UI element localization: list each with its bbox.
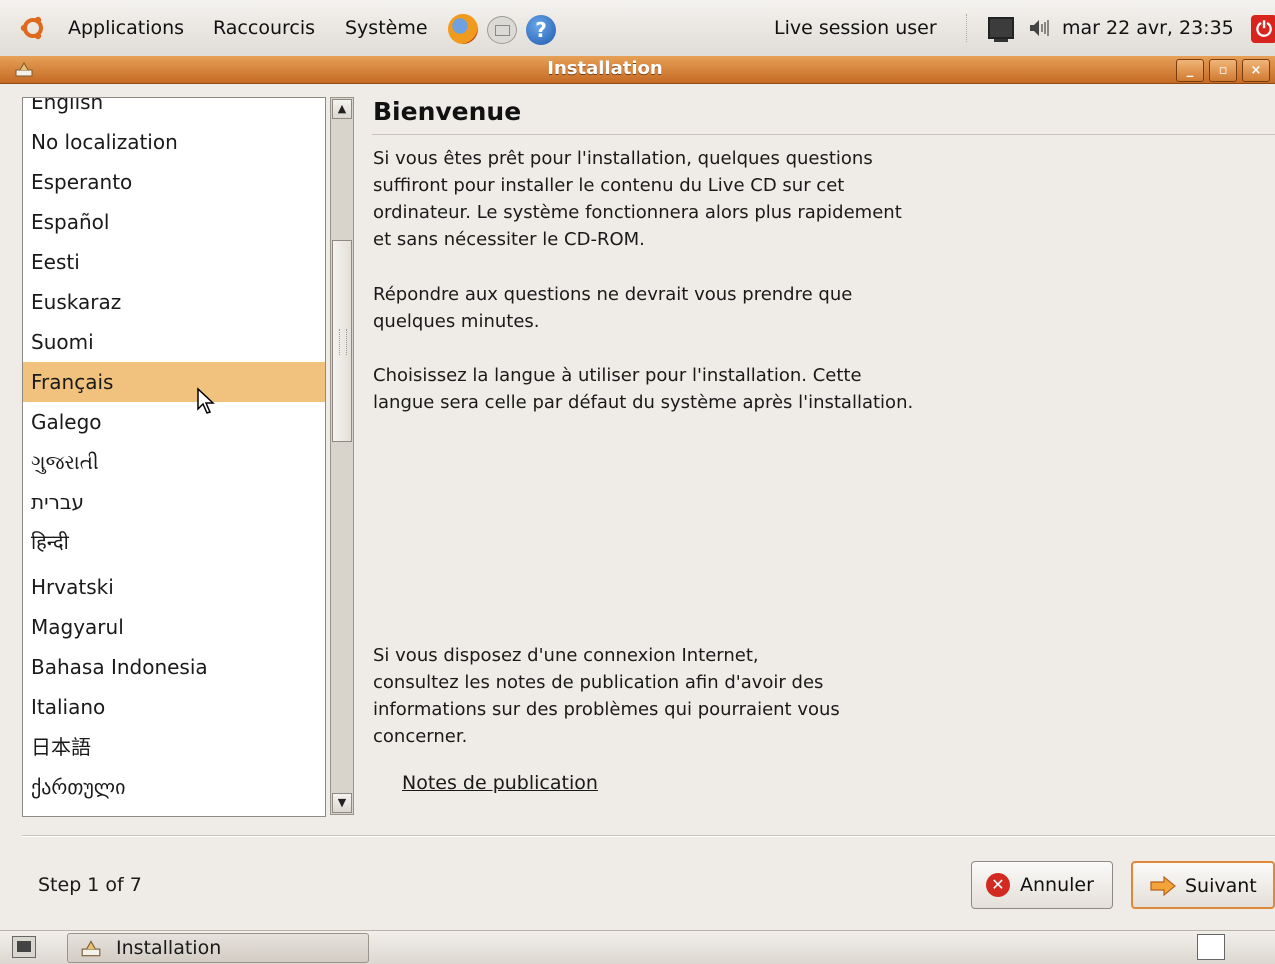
- language-item[interactable]: Français: [23, 362, 325, 402]
- step-indicator: Step 1 of 7: [38, 874, 142, 896]
- close-button[interactable]: ×: [1242, 59, 1270, 82]
- help-icon[interactable]: ?: [526, 15, 556, 45]
- scroll-up-button[interactable]: ▲: [332, 99, 352, 119]
- language-item[interactable]: Bahasa Indonesia: [23, 647, 325, 687]
- menu-system[interactable]: Système: [345, 14, 428, 42]
- language-item[interactable]: Magyarul: [23, 607, 325, 647]
- intro-text: Si vous êtes prêt pour l'installation, q…: [373, 148, 902, 250]
- language-item[interactable]: Eesti: [23, 242, 325, 282]
- menu-shortcuts[interactable]: Raccourcis: [213, 14, 315, 42]
- language-item[interactable]: Galego: [23, 402, 325, 442]
- language-item[interactable]: Español: [23, 202, 325, 242]
- top-panel: Applications Raccourcis Système ? Live s…: [0, 0, 1275, 57]
- installer-icon: [81, 940, 101, 957]
- clock[interactable]: mar 22 avr, 23:35: [1062, 14, 1234, 42]
- language-item[interactable]: Suomi: [23, 322, 325, 362]
- heading-divider: [372, 134, 1275, 135]
- mail-icon[interactable]: [487, 16, 517, 44]
- language-list[interactable]: English No localization Esperanto Español Ee…: [22, 97, 326, 817]
- mouse-cursor-icon: [197, 387, 215, 414]
- language-item[interactable]: Hrvatski: [23, 567, 325, 607]
- cancel-icon: ✕: [986, 873, 1010, 897]
- language-item[interactable]: עברית: [23, 482, 325, 522]
- footer-divider: [22, 835, 1275, 837]
- menu-applications[interactable]: Applications: [68, 14, 184, 42]
- language-item[interactable]: ქართული: [23, 767, 325, 807]
- language-item[interactable]: Esperanto: [23, 162, 325, 202]
- show-desktop-icon[interactable]: [12, 936, 36, 958]
- window-title: Installation: [547, 58, 663, 79]
- user-name[interactable]: Live session user: [774, 14, 937, 42]
- language-item[interactable]: English: [23, 98, 325, 122]
- panel-separator: [966, 14, 970, 42]
- bottom-panel: Installation: [0, 930, 1275, 964]
- taskbar-window-button[interactable]: Installation: [67, 933, 369, 963]
- duration-text: Répondre aux questions ne devrait vous p…: [373, 284, 853, 332]
- window-title-bar[interactable]: Installation _ ▫ ×: [0, 56, 1275, 84]
- release-notes-link[interactable]: Notes de publication: [402, 769, 598, 797]
- page-title: Bienvenue: [373, 97, 522, 126]
- minimize-button[interactable]: _: [1176, 59, 1204, 82]
- next-button-label: Suivant: [1185, 875, 1257, 897]
- installer-tray-icon[interactable]: [1197, 934, 1225, 960]
- maximize-button[interactable]: ▫: [1209, 59, 1237, 82]
- volume-icon[interactable]: [1028, 18, 1050, 38]
- language-item[interactable]: 日本語: [23, 727, 325, 767]
- language-item[interactable]: No localization: [23, 122, 325, 162]
- cancel-button-label: Annuler: [1020, 874, 1094, 896]
- taskbar-window-label: Installation: [116, 937, 222, 959]
- next-button[interactable]: Suivant: [1131, 861, 1275, 909]
- cancel-button[interactable]: ✕ Annuler: [971, 861, 1113, 909]
- language-list-scrollbar[interactable]: ▲ ▼: [330, 97, 354, 815]
- scroll-thumb[interactable]: [332, 240, 352, 442]
- firefox-icon[interactable]: [448, 14, 478, 44]
- language-item[interactable]: हिन्दी: [23, 522, 325, 562]
- release-notes-text: Si vous disposez d'une connexion Interne…: [373, 645, 840, 747]
- arrow-right-icon: [1150, 875, 1176, 897]
- language-item[interactable]: Italiano: [23, 687, 325, 727]
- language-instruction-text: Choisissez la langue à utiliser pour l'i…: [373, 365, 914, 413]
- power-icon[interactable]: ⏻: [1251, 15, 1275, 43]
- language-item[interactable]: Euskaraz: [23, 282, 325, 322]
- scroll-down-button[interactable]: ▼: [332, 793, 352, 813]
- network-icon[interactable]: [988, 17, 1014, 42]
- ubuntu-logo-icon[interactable]: [20, 15, 46, 41]
- language-item[interactable]: ગુજરાતી: [23, 442, 325, 482]
